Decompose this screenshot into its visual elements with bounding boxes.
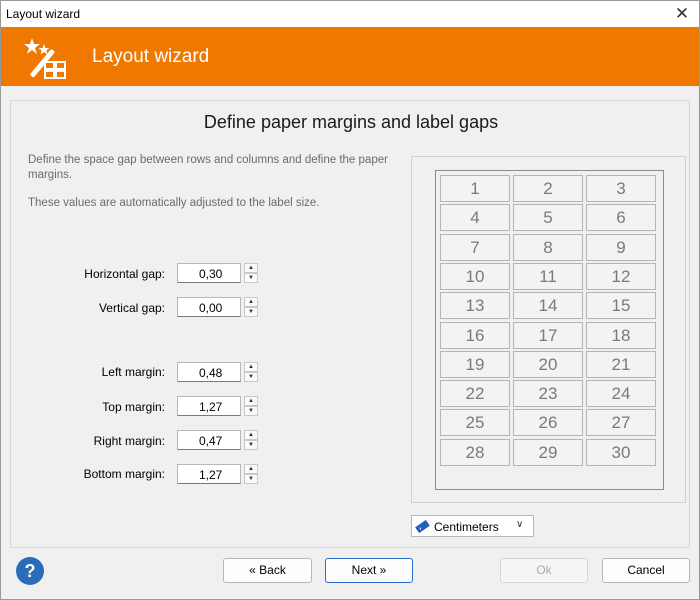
header-title: Layout wizard [92, 46, 210, 67]
bottom-margin-input[interactable]: 1,27 [177, 464, 241, 484]
auto-adjust-note: These values are automatically adjusted … [28, 197, 320, 209]
preview-label-cell: 11 [513, 262, 583, 290]
preview-label-cell: 6 [586, 204, 656, 232]
description-text: Define the space gap between rows and co… [28, 154, 388, 181]
horizontal-gap-spinner: ▲ ▼ [244, 263, 258, 283]
close-icon[interactable]: ✕ [673, 5, 691, 23]
paper-preview: 1 2 3 4 5 6 7 8 9 10 11 12 13 14 15 16 17 18 19 20 21 22 23 24 2… [435, 170, 664, 490]
preview-label-cell: 16 [440, 321, 510, 349]
preview-label-cell: 18 [586, 321, 656, 349]
preview-label-cell: 17 [513, 321, 583, 349]
help-icon[interactable]: ? [15, 556, 45, 586]
preview-label-cell: 12 [586, 262, 656, 290]
preview-label-cell: 10 [440, 262, 510, 290]
preview-label-cell: 3 [586, 175, 656, 202]
preview-label-cell: 28 [440, 438, 510, 466]
preview-label-cell: 22 [440, 380, 510, 408]
preview-label-cell: 4 [440, 204, 510, 232]
units-dropdown[interactable]: Centimeters ∨ [411, 515, 534, 537]
label-preview: 1 2 3 4 5 6 7 8 9 10 11 12 13 14 15 16 17 18 19 20 21 22 23 24 2… [411, 156, 686, 503]
ok-button[interactable]: Ok [500, 558, 588, 583]
next-button[interactable]: Next » [325, 558, 413, 583]
window-title: Layout wizard [6, 7, 81, 21]
magic-wand-label-icon [24, 38, 66, 79]
preview-label-cell: 21 [586, 350, 656, 378]
margins-panel: Define paper margins and label gaps Defi… [10, 100, 690, 548]
horizontal-gap-label: Horizontal gap: [84, 267, 165, 281]
ruler-icon [415, 520, 430, 533]
preview-label-cell: 29 [513, 438, 583, 466]
preview-label-cell: 26 [513, 409, 583, 437]
wizard-header: Layout wizard [1, 27, 699, 86]
spin-up-icon[interactable]: ▲ [244, 464, 258, 474]
back-button[interactable]: « Back [223, 558, 312, 583]
preview-label-cell: 8 [513, 233, 583, 261]
svg-text:?: ? [25, 561, 36, 581]
chevron-down-icon: ∨ [516, 519, 524, 530]
left-margin-input[interactable]: 0,48 [177, 362, 241, 382]
horizontal-gap-input[interactable]: 0,30 [177, 263, 241, 283]
preview-label-cell: 23 [513, 380, 583, 408]
right-margin-label: Right margin: [93, 434, 165, 448]
cancel-button[interactable]: Cancel [602, 558, 690, 583]
spin-up-icon[interactable]: ▲ [244, 396, 258, 406]
spin-down-icon[interactable]: ▼ [244, 440, 258, 450]
top-margin-label: Top margin: [102, 400, 165, 414]
preview-label-cell: 9 [586, 233, 656, 261]
spin-up-icon[interactable]: ▲ [244, 362, 258, 372]
preview-label-cell: 15 [586, 292, 656, 320]
layout-wizard-window: Layout wizard ✕ Layout wizard Define pap… [0, 0, 700, 600]
title-bar: Layout wizard ✕ [1, 1, 699, 27]
spin-up-icon[interactable]: ▲ [244, 297, 258, 307]
top-margin-input[interactable]: 1,27 [177, 396, 241, 416]
units-selected-value: Centimeters [434, 520, 499, 534]
left-margin-label: Left margin: [101, 365, 165, 379]
bottom-margin-label: Bottom margin: [83, 467, 165, 481]
spin-up-icon[interactable]: ▲ [244, 430, 258, 440]
vertical-gap-label: Vertical gap: [98, 301, 165, 315]
preview-label-cell: 24 [586, 380, 656, 408]
preview-label-cell: 14 [513, 292, 583, 320]
preview-label-cell: 25 [440, 409, 510, 437]
spin-down-icon[interactable]: ▼ [244, 307, 258, 317]
spin-down-icon[interactable]: ▼ [244, 406, 258, 416]
spin-down-icon[interactable]: ▼ [244, 474, 258, 484]
preview-label-cell: 20 [513, 350, 583, 378]
preview-label-cell: 13 [440, 292, 510, 320]
bottom-margin-spinner: ▲ ▼ [244, 464, 258, 484]
preview-label-cell: 1 [440, 175, 510, 202]
right-margin-input[interactable]: 0,47 [177, 430, 241, 450]
preview-label-cell: 5 [513, 204, 583, 232]
vertical-gap-input[interactable]: 0,00 [177, 297, 241, 317]
vertical-gap-spinner: ▲ ▼ [244, 297, 258, 317]
preview-label-cell: 19 [440, 350, 510, 378]
spin-down-icon[interactable]: ▼ [244, 372, 258, 382]
preview-label-cell: 7 [440, 233, 510, 261]
preview-label-cell: 2 [513, 175, 583, 202]
spin-down-icon[interactable]: ▼ [244, 273, 258, 283]
right-margin-spinner: ▲ ▼ [244, 430, 258, 450]
left-margin-spinner: ▲ ▼ [244, 362, 258, 382]
top-margin-spinner: ▲ ▼ [244, 396, 258, 416]
spin-up-icon[interactable]: ▲ [244, 263, 258, 273]
preview-label-cell: 30 [586, 438, 656, 466]
page-title: Define paper margins and label gaps [203, 112, 499, 132]
preview-label-cell: 27 [586, 409, 656, 437]
